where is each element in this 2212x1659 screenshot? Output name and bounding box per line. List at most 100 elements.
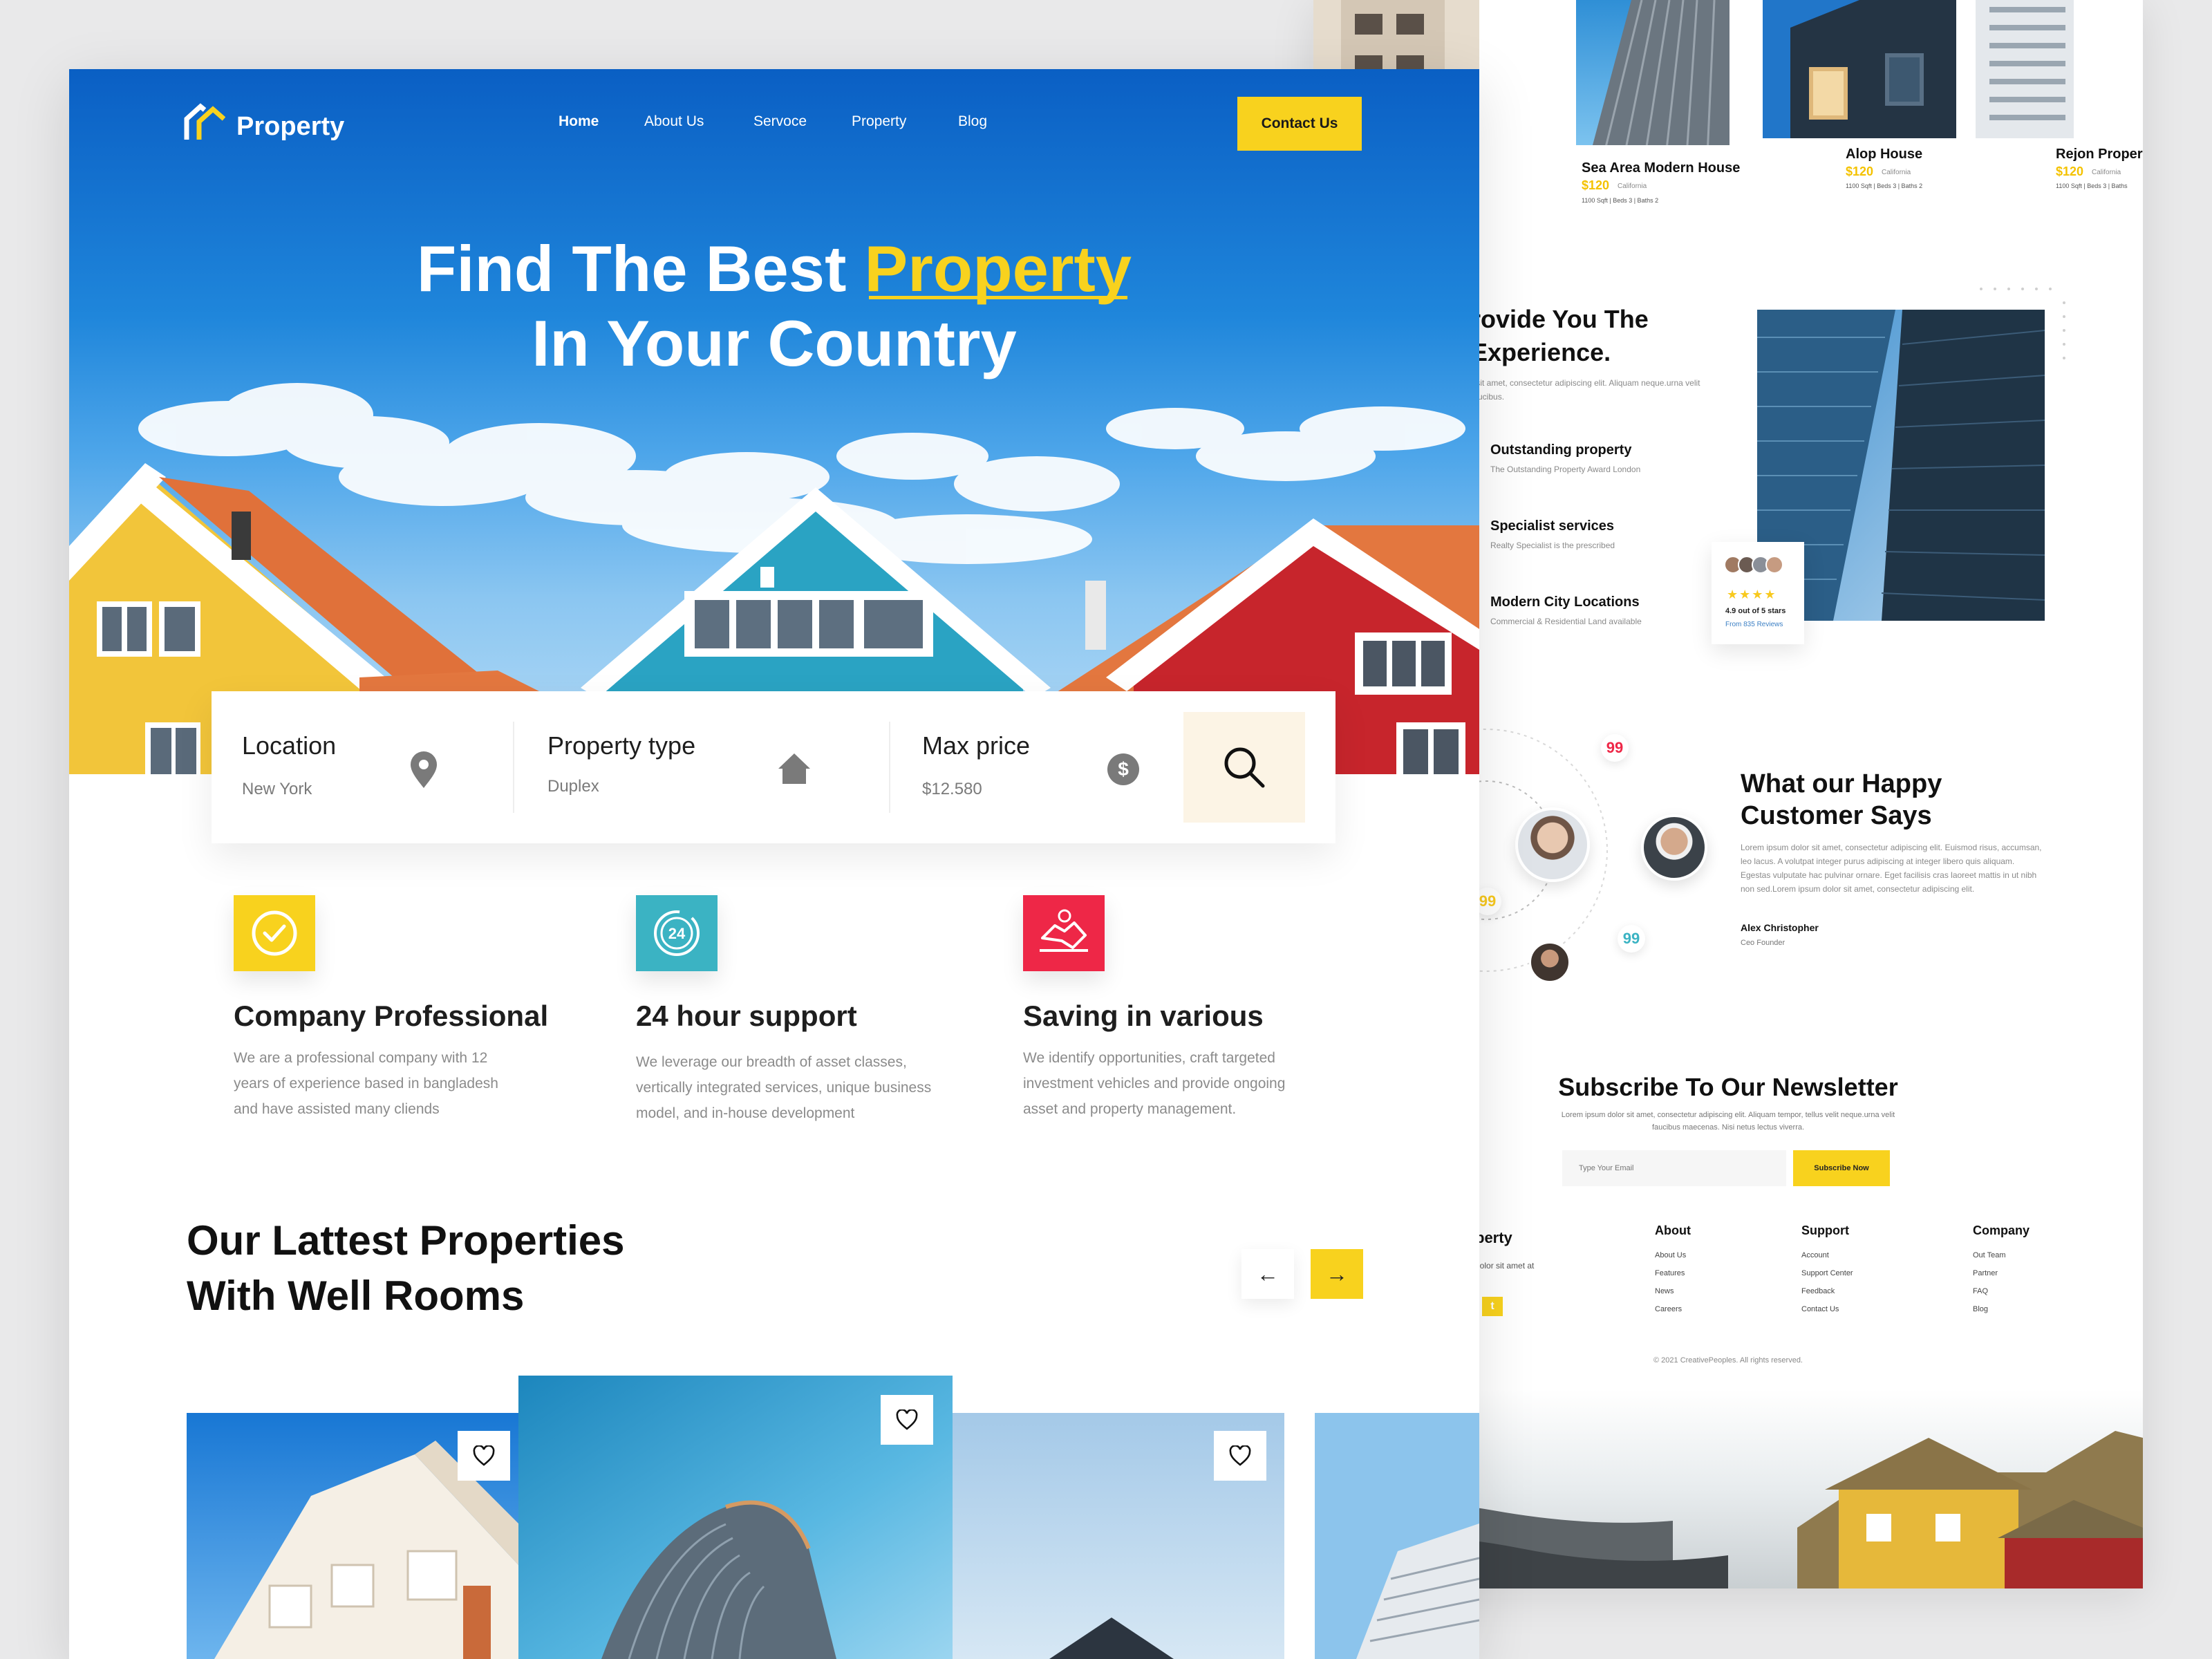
favorite-button[interactable] xyxy=(881,1395,933,1445)
property-card-title[interactable]: Rejon Property xyxy=(2056,147,2143,162)
avatar-group xyxy=(1724,556,1793,575)
footer-col-title: Support xyxy=(1801,1224,1849,1237)
customer-avatar[interactable] xyxy=(1515,807,1590,882)
feature-sub: The Outstanding Property Award London xyxy=(1490,465,1641,474)
nav-about[interactable]: About Us xyxy=(644,113,704,130)
favorite-button[interactable] xyxy=(1214,1431,1266,1481)
testimonial-body: Lorem ipsum dolor sit amet, consectetur … xyxy=(1741,843,2042,894)
footer-link[interactable]: Blog xyxy=(1973,1305,1988,1313)
latest-properties-title: Our Lattest Properties With Well Rooms xyxy=(187,1213,625,1324)
divider xyxy=(513,722,514,813)
handshake-icon xyxy=(1040,909,1088,952)
footer-brand: perty xyxy=(1475,1229,1512,1246)
footer-col-title: About xyxy=(1655,1224,1691,1237)
nav-blog[interactable]: Blog xyxy=(958,113,987,130)
footer-link[interactable]: FAQ xyxy=(1973,1287,1988,1295)
hero-title-highlight: Property xyxy=(864,232,1132,305)
property-card-title[interactable]: Alop House xyxy=(1846,147,1922,162)
location-pin-icon xyxy=(411,751,437,788)
property-card[interactable] xyxy=(953,1413,1284,1659)
feature-sub: Commercial & Residential Land available xyxy=(1490,617,1642,626)
newsletter-email-input[interactable] xyxy=(1562,1150,1786,1186)
property-type-value[interactable]: Duplex xyxy=(547,777,599,796)
property-card-meta: 1100 Sqft | Beds 3 | Baths xyxy=(2056,182,2128,189)
star-rating-icon: ★★★★ xyxy=(1727,588,1777,601)
nav-service[interactable]: Servoce xyxy=(753,113,807,130)
landing-page: Property Home About Us Servoce Property … xyxy=(69,69,1479,1659)
feature-title: Outstanding property xyxy=(1490,442,1632,458)
quote-icon: 99 xyxy=(1618,925,1645,953)
property-card-title[interactable]: Sea Area Modern House xyxy=(1582,160,1740,176)
logo-house-icon[interactable] xyxy=(184,101,225,140)
feature-icon-box: 24 xyxy=(636,895,718,971)
footer-link[interactable]: Features xyxy=(1655,1269,1685,1277)
footer-link[interactable]: Support Center xyxy=(1801,1269,1853,1277)
testimonial-role: Ceo Founder xyxy=(1741,939,1785,947)
heart-icon xyxy=(896,1409,918,1430)
subscribe-button[interactable]: Subscribe Now xyxy=(1793,1150,1890,1186)
feature-title: Company Professional xyxy=(234,1000,549,1032)
property-card-image[interactable] xyxy=(1976,0,2074,138)
property-card-price: $120 xyxy=(2056,165,2084,178)
property-type-label: Property type xyxy=(547,731,696,760)
dollar-icon: $ xyxy=(1107,753,1139,785)
latest-title-line2: With Well Rooms xyxy=(187,1273,525,1319)
feature-title: 24 hour support xyxy=(636,1000,857,1032)
footer-link[interactable]: About Us xyxy=(1655,1251,1686,1259)
property-card-location: California xyxy=(2092,169,2121,176)
newsletter-desc: Lorem ipsum dolor sit amet, consectetur … xyxy=(1561,1111,1895,1132)
search-bar: Location New York Property type Duplex M… xyxy=(212,691,1335,843)
property-card-price: $120 xyxy=(1846,165,1874,178)
property-card-image[interactable] xyxy=(1763,0,1956,138)
feature-sub: Realty Specialist is the prescribed xyxy=(1490,541,1615,550)
property-card-price: $120 xyxy=(1582,178,1610,192)
footer-link[interactable]: Careers xyxy=(1655,1305,1682,1313)
hero-title: Find The Best Property In Your Country xyxy=(69,232,1479,381)
footer-col-title: Company xyxy=(1973,1224,2030,1237)
experience-title: rovide You The xyxy=(1471,305,1649,333)
property-card[interactable] xyxy=(187,1413,518,1659)
clock-24-icon: 24 xyxy=(654,910,700,956)
experience-desc: r sit amet, consectetur adipiscing elit.… xyxy=(1471,378,1700,402)
location-label: Location xyxy=(242,731,337,760)
contact-us-button[interactable]: Contact Us xyxy=(1237,97,1362,151)
feature-title: Modern City Locations xyxy=(1490,594,1640,610)
feature-desc: We are a professional company with 12 ye… xyxy=(234,1050,498,1117)
home-icon xyxy=(778,753,810,784)
svg-text:$: $ xyxy=(1118,758,1129,780)
favorite-button[interactable] xyxy=(458,1431,510,1481)
hero-title-pre: Find The Best xyxy=(416,232,865,305)
property-card-image[interactable] xyxy=(1576,0,1730,145)
nav-home[interactable]: Home xyxy=(559,113,599,130)
logo-text[interactable]: Property xyxy=(236,112,344,142)
feature-title: Specialist services xyxy=(1490,518,1615,534)
location-value[interactable]: New York xyxy=(242,780,312,799)
property-card-meta: 1100 Sqft | Beds 3 | Baths 2 xyxy=(1846,182,1923,189)
footer-link[interactable]: Out Team xyxy=(1973,1251,2006,1259)
footer-link[interactable]: Partner xyxy=(1973,1269,1998,1277)
property-card[interactable] xyxy=(518,1376,953,1659)
max-price-value[interactable]: $12.580 xyxy=(922,780,982,799)
footer-link[interactable]: Account xyxy=(1801,1251,1829,1259)
nav-property[interactable]: Property xyxy=(852,113,906,130)
quote-icon: 99 xyxy=(1601,734,1629,762)
search-button[interactable] xyxy=(1183,712,1305,823)
customer-avatar[interactable] xyxy=(1529,941,1571,983)
property-card[interactable] xyxy=(1315,1413,1479,1659)
testimonial-title-line2: Customer Says xyxy=(1741,801,1932,830)
divider xyxy=(889,722,890,813)
check-circle-icon xyxy=(252,910,297,956)
property-card-location: California xyxy=(1882,169,1911,176)
next-arrow-button[interactable]: → xyxy=(1311,1249,1363,1299)
footer-link[interactable]: Contact Us xyxy=(1801,1305,1839,1313)
customer-avatar[interactable] xyxy=(1641,814,1707,881)
twitter-icon[interactable]: t xyxy=(1482,1297,1503,1316)
property-card-meta: 1100 Sqft | Beds 3 | Baths 2 xyxy=(1582,197,1659,204)
footer-link[interactable]: News xyxy=(1655,1287,1674,1295)
rating-badge: ★★★★ 4.9 out of 5 stars From 835 Reviews xyxy=(1712,542,1804,644)
hero-section: Property Home About Us Servoce Property … xyxy=(69,69,1479,774)
prev-arrow-button[interactable]: ← xyxy=(1241,1249,1294,1299)
rating-reviews: From 835 Reviews xyxy=(1725,621,1783,628)
footer-link[interactable]: Feedback xyxy=(1801,1287,1835,1295)
latest-title-line1: Our Lattest Properties xyxy=(187,1217,625,1264)
